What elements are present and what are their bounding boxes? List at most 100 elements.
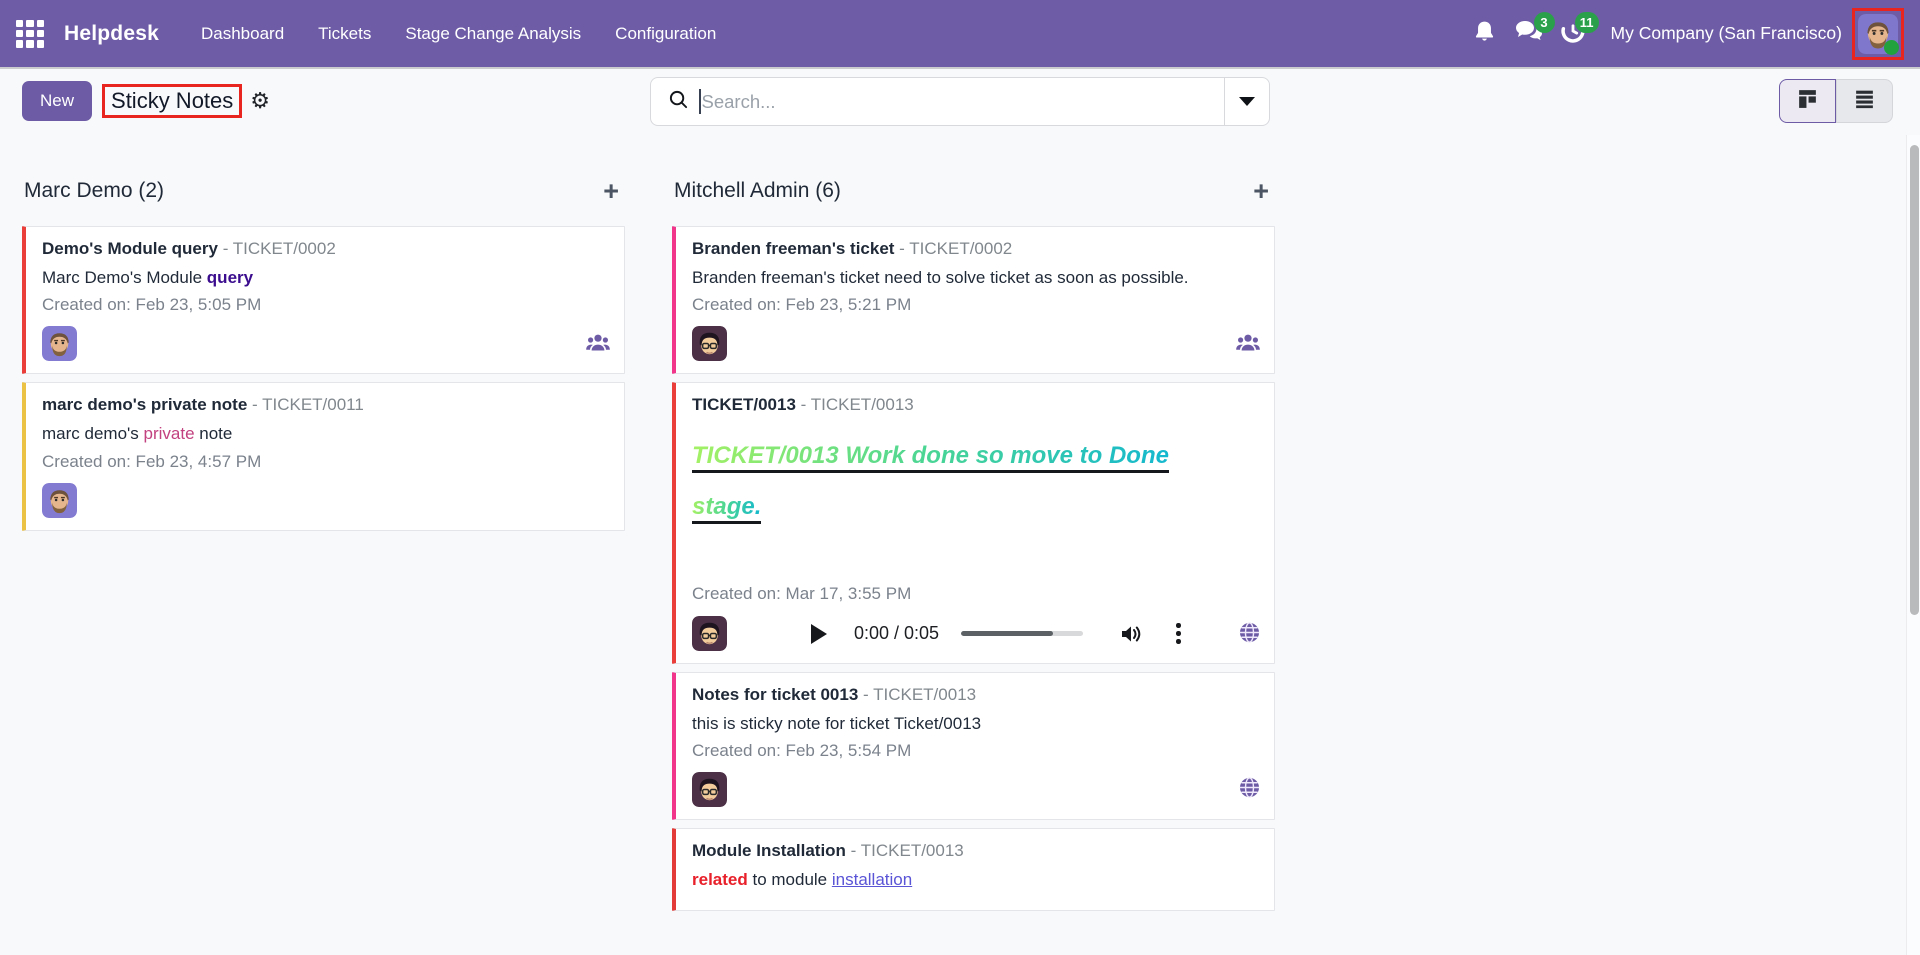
card-title: TICKET/0013 <box>692 395 796 415</box>
card-body-text: Branden freeman's ticket need to solve t… <box>692 268 1189 287</box>
kanban-view-button[interactable] <box>1779 79 1836 123</box>
globe-icon <box>1239 777 1260 803</box>
card-title-line: Notes for ticket 0013TICKET/0013 <box>692 685 1260 705</box>
card-created-on: Created on: Mar 17, 3:55 PM <box>692 584 912 604</box>
search-icon <box>668 89 689 115</box>
column-title: Mitchell Admin (6) <box>674 179 841 202</box>
card-title: Demo's Module query <box>42 239 218 258</box>
messages-button[interactable]: 3 <box>1507 11 1555 56</box>
card-body: TICKET/0013 Work done so move to Done st… <box>692 431 1219 532</box>
card-created-on: Created on: Feb 23, 5:21 PM <box>692 295 912 315</box>
kanban-board: Marc Demo (2)+Demo's Module queryTICKET/… <box>0 135 1906 955</box>
avatar <box>692 772 727 808</box>
audio-seek-fill <box>961 631 1053 637</box>
avatar <box>692 616 727 652</box>
search-dropdown-toggle[interactable] <box>1224 78 1269 125</box>
kanban-card[interactable]: marc demo's private noteTICKET/0011marc … <box>22 382 625 531</box>
user-avatar-annotation <box>1852 7 1904 60</box>
nav-item-configuration[interactable]: Configuration <box>601 15 730 53</box>
card-footer-icons <box>1236 333 1260 361</box>
card-body-text: note <box>194 424 233 444</box>
online-status-dot <box>1884 39 1899 55</box>
gear-icon[interactable]: ⚙ <box>250 90 270 112</box>
kanban-card[interactable]: Branden freeman's ticketTICKET/0002Brand… <box>672 226 1275 375</box>
scrollbar-track <box>1906 135 1920 955</box>
card-title-line: Module InstallationTICKET/0013 <box>692 841 1260 861</box>
card-created-on: Created on: Feb 23, 5:05 PM <box>42 295 262 315</box>
card-ticket-ref: TICKET/0013 <box>846 841 964 860</box>
card-body: Marc Demo's Module query <box>42 265 569 291</box>
card-audio-row: 0:00 / 0:05 <box>692 616 1260 652</box>
search-main <box>651 78 1224 125</box>
nav-item-stage-change-analysis[interactable]: Stage Change Analysis <box>391 15 595 53</box>
audio-seek-slider[interactable] <box>961 631 1084 637</box>
audio-player[interactable]: 0:00 / 0:05 <box>811 620 1184 647</box>
users-icon <box>1236 333 1260 357</box>
avatar <box>42 482 77 518</box>
search-input[interactable] <box>700 90 1224 113</box>
card-title-line: marc demo's private noteTICKET/0011 <box>42 395 610 415</box>
apps-menu-icon[interactable] <box>16 19 44 48</box>
activities-badge: 11 <box>1574 11 1599 33</box>
card-body-text: marc demo's <box>42 424 144 444</box>
card-created-on: Created on: Feb 23, 4:57 PM <box>42 451 262 471</box>
view-switcher <box>1779 79 1893 123</box>
company-switcher[interactable]: My Company (San Francisco) <box>1611 23 1842 44</box>
card-title-line: Demo's Module queryTICKET/0002 <box>42 239 610 259</box>
card-title: Branden freeman's ticket <box>692 239 895 258</box>
card-body-text: TICKET/0013 Work done so move to Done st… <box>692 442 1169 524</box>
list-view-icon <box>1853 87 1876 115</box>
card-body-text: to module <box>747 870 832 890</box>
card-ticket-ref: TICKET/0013 <box>858 685 976 704</box>
card-body-text: related <box>692 870 748 890</box>
bell-icon <box>1472 19 1497 49</box>
navbar-right: 3 11 My Company (San Francisco) <box>1463 7 1908 60</box>
card-title-line: Branden freeman's ticketTICKET/0002 <box>692 239 1260 259</box>
nav-item-tickets[interactable]: Tickets <box>304 15 385 53</box>
page-title: Sticky Notes <box>102 84 243 118</box>
search-bar <box>650 77 1270 126</box>
globe-icon <box>1239 622 1260 645</box>
card-footer-icons <box>1239 777 1260 807</box>
scrollbar-thumb[interactable] <box>1909 145 1919 615</box>
play-button[interactable] <box>811 623 827 644</box>
new-button[interactable]: New <box>22 81 93 121</box>
kanban-card[interactable]: TICKET/0013TICKET/0013 TICKET/0013 Work d… <box>672 382 1275 665</box>
card-body: this is sticky note for ticket Ticket/00… <box>692 711 1219 737</box>
card-body-text: private <box>143 424 195 444</box>
nav-item-dashboard[interactable]: Dashboard <box>187 15 298 53</box>
app-brand[interactable]: Helpdesk <box>64 22 159 46</box>
kanban-view-icon <box>1796 87 1819 115</box>
card-ticket-ref: TICKET/0013 <box>796 395 914 414</box>
audio-menu-button[interactable] <box>1173 620 1184 647</box>
column-header: Marc Demo (2) + <box>24 178 619 205</box>
volume-icon[interactable] <box>1119 623 1143 645</box>
column-title: Marc Demo (2) <box>24 179 165 202</box>
top-navbar: Helpdesk Dashboard Tickets Stage Change An… <box>0 0 1920 67</box>
card-footer <box>692 771 1260 808</box>
card-footer <box>42 325 610 362</box>
card-footer <box>692 325 1260 362</box>
activities-button[interactable]: 11 <box>1551 11 1599 56</box>
nav-menu: Dashboard Tickets Stage Change Analysis Con… <box>187 15 730 53</box>
users-icon <box>586 333 610 357</box>
card-footer-icons <box>586 333 610 361</box>
kanban-card[interactable]: Demo's Module queryTICKET/0002 Marc Demo'… <box>22 226 625 375</box>
kanban-column: Mitchell Admin (6) + Branden freeman's tic… <box>672 135 1275 955</box>
notifications-button[interactable] <box>1463 12 1507 56</box>
card-title-line: TICKET/0013TICKET/0013 <box>692 395 1260 415</box>
avatar <box>692 326 727 362</box>
list-view-button[interactable] <box>1836 79 1893 123</box>
card-body: related to module installation <box>692 867 1219 893</box>
column-add-button[interactable]: + <box>1253 178 1269 205</box>
avatar <box>42 326 77 362</box>
kanban-card[interactable]: Notes for ticket 0013TICKET/0013 this is … <box>672 672 1275 821</box>
card-body-text[interactable]: installation <box>832 870 912 889</box>
card-title: Notes for ticket 0013 <box>692 685 859 705</box>
card-title: Module Installation <box>692 841 846 861</box>
card-ticket-ref: TICKET/0011 <box>247 395 364 414</box>
chevron-down-icon <box>1239 97 1255 106</box>
kanban-card[interactable]: Module InstallationTICKET/0013 related to… <box>672 828 1275 911</box>
column-add-button[interactable]: + <box>603 178 619 205</box>
card-body-text: Marc Demo's Module <box>42 268 207 287</box>
